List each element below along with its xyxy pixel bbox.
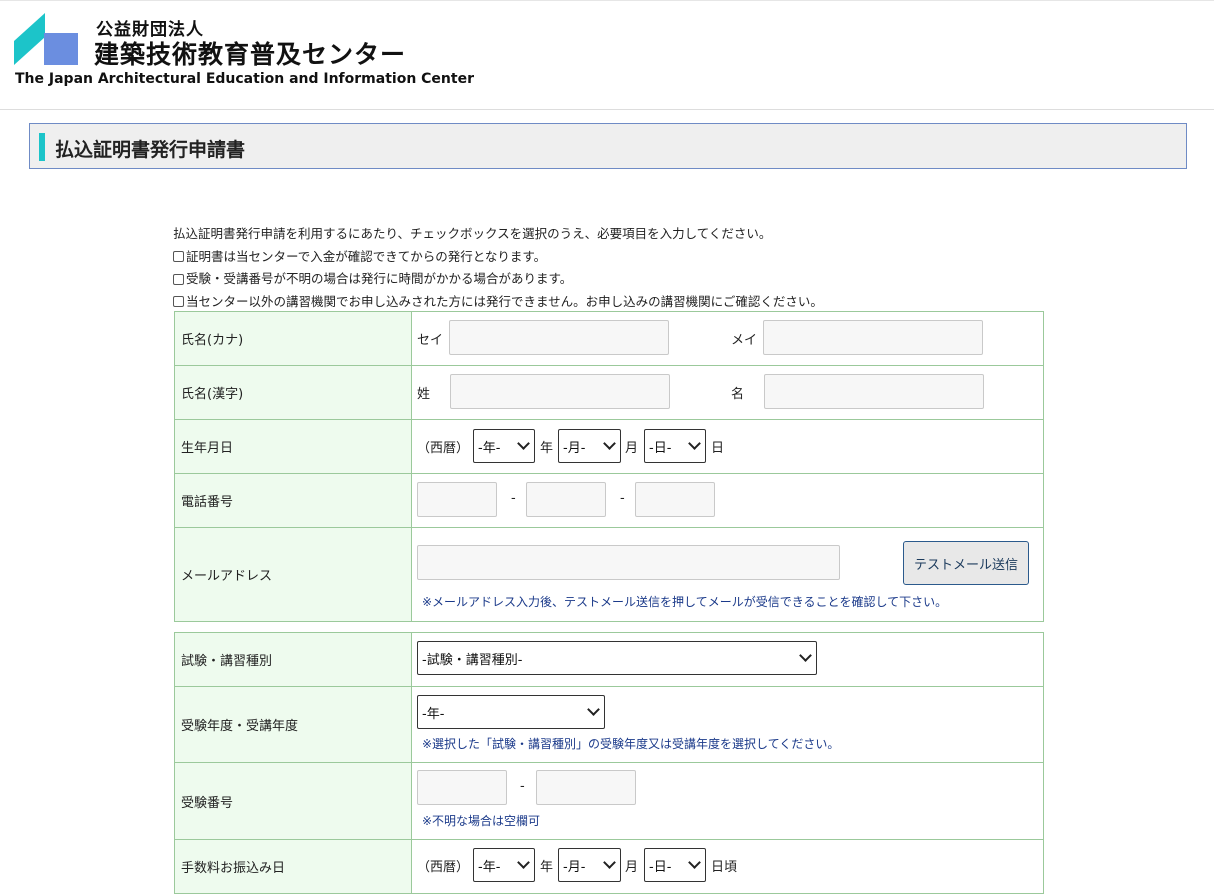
phone-input-3[interactable]	[635, 482, 715, 517]
row-name-kanji: 氏名(漢字) 姓 名	[174, 365, 1044, 420]
birth-day-unit: 日	[711, 441, 725, 456]
site-header: 公益財団法人 建築技術教育普及センター The Japan Architectu…	[0, 0, 1214, 110]
row-exam-type: 試験・講習種別 -試験・講習種別-	[174, 632, 1044, 687]
pay-year-select[interactable]: -年-	[473, 848, 535, 882]
agree-checkbox-1[interactable]	[173, 251, 184, 263]
sei-kanji-input[interactable]	[450, 374, 670, 409]
row-name-kana: 氏名(カナ) セイ メイ	[174, 311, 1044, 366]
row-pay-date: 手数料お振込み日 （西暦） -年- 年 -月- 月 -日- 日頃	[174, 839, 1044, 894]
sei-kana-label: セイ	[417, 333, 444, 348]
exam-year-note: ※選択した「試験・講習種別」の受験年度又は受講年度を選択してください。	[422, 737, 840, 751]
label-name-kanji: 氏名(漢字)	[174, 365, 412, 420]
label-phone: 電話番号	[174, 473, 412, 528]
mei-kanji-input[interactable]	[764, 374, 984, 409]
birth-month-select[interactable]: -月-	[558, 429, 621, 463]
label-exam-type: 試験・講習種別	[174, 632, 412, 687]
mei-kana-label: メイ	[731, 333, 758, 348]
mei-kanji-label: 名	[731, 387, 745, 402]
org-name-en: The Japan Architectural Education and In…	[15, 71, 474, 87]
value-exam-type: -試験・講習種別-	[411, 632, 1044, 687]
exam-number-input-1[interactable]	[417, 770, 507, 805]
value-name-kanji: 姓 名	[411, 365, 1044, 420]
pay-day-unit: 日頃	[711, 860, 738, 875]
label-exam-number: 受験番号	[174, 762, 412, 840]
agree-check-label-1: 証明書は当センターで入金が確認できてからの発行となります。	[186, 248, 547, 264]
mei-kana-input[interactable]	[763, 320, 983, 355]
row-exam-number: 受験番号 - ※不明な場合は空欄可	[174, 762, 1044, 840]
page-title-bar: 払込証明書発行申請書	[29, 123, 1187, 169]
title-accent	[39, 133, 45, 161]
page-title: 払込証明書発行申請書	[55, 139, 246, 161]
birth-year-select[interactable]: -年-	[473, 429, 535, 463]
label-email: メールアドレス	[174, 527, 412, 622]
exam-year-select[interactable]: -年-	[417, 695, 605, 729]
value-exam-number: - ※不明な場合は空欄可	[411, 762, 1044, 840]
value-exam-year: -年- ※選択した「試験・講習種別」の受験年度又は受講年度を選択してください。	[411, 686, 1044, 763]
label-exam-year: 受験年度・受講年度	[174, 686, 412, 763]
org-name: 建築技術教育普及センター	[94, 40, 407, 69]
pay-year-unit: 年	[540, 860, 554, 875]
agree-check-row-1: 証明書は当センターで入金が確認できてからの発行となります。	[173, 246, 823, 269]
personal-info-table: 氏名(カナ) セイ メイ 氏名(漢字) 姓 名 生年月日 （西暦） -年- 年 …	[174, 311, 1044, 622]
sei-kanji-label: 姓	[417, 387, 431, 402]
agree-check-row-3: 当センター以外の講習機関でお申し込みされた方には発行できません。お申し込みの講習…	[173, 291, 823, 314]
agree-check-label-3: 当センター以外の講習機関でお申し込みされた方には発行できません。お申し込みの講習…	[186, 293, 823, 309]
exam-number-note: ※不明な場合は空欄可	[422, 814, 541, 828]
birth-month-unit: 月	[625, 441, 639, 456]
birth-era: （西暦）	[417, 441, 470, 456]
logo-icon[interactable]	[14, 13, 78, 65]
value-name-kana: セイ メイ	[411, 311, 1044, 366]
birth-day-select[interactable]: -日-	[644, 429, 706, 463]
exam-type-select[interactable]: -試験・講習種別-	[417, 641, 817, 675]
phone-sep-2: -	[620, 491, 625, 506]
pay-day-select[interactable]: -日-	[644, 848, 706, 882]
exam-number-sep: -	[520, 779, 525, 794]
label-name-kana: 氏名(カナ)	[174, 311, 412, 366]
row-email: メールアドレス テストメール送信 ※メールアドレス入力後、テストメール送信を押し…	[174, 527, 1044, 622]
exam-number-input-2[interactable]	[536, 770, 636, 805]
agree-check-label-2: 受験・受講番号が不明の場合は発行に時間がかかる場合があります。	[186, 271, 573, 286]
exam-info-table: 試験・講習種別 -試験・講習種別- 受験年度・受講年度 -年- ※選択した「試験…	[174, 632, 1044, 894]
row-birthdate: 生年月日 （西暦） -年- 年 -月- 月 -日- 日	[174, 419, 1044, 474]
value-email: テストメール送信 ※メールアドレス入力後、テストメール送信を押してメールが受信で…	[411, 527, 1044, 622]
phone-input-1[interactable]	[417, 482, 497, 517]
pay-month-select[interactable]: -月-	[558, 848, 621, 882]
intro-lead: 払込証明書発行申請を利用するにあたり、チェックボックスを選択のうえ、必要項目を入…	[173, 226, 772, 241]
agree-check-row-2: 受験・受講番号が不明の場合は発行に時間がかかる場合があります。	[173, 268, 823, 291]
email-input[interactable]	[417, 545, 840, 580]
value-pay-date: （西暦） -年- 年 -月- 月 -日- 日頃	[411, 839, 1044, 894]
sei-kana-input[interactable]	[449, 320, 669, 355]
agree-checkbox-3[interactable]	[173, 296, 184, 308]
row-exam-year: 受験年度・受講年度 -年- ※選択した「試験・講習種別」の受験年度又は受講年度を…	[174, 686, 1044, 763]
test-mail-button[interactable]: テストメール送信	[903, 541, 1029, 585]
intro-section: 払込証明書発行申請を利用するにあたり、チェックボックスを選択のうえ、必要項目を入…	[173, 223, 823, 313]
phone-sep-1: -	[511, 491, 516, 506]
agree-checkbox-2[interactable]	[173, 273, 184, 285]
label-birthdate: 生年月日	[174, 419, 412, 474]
pay-era: （西暦）	[417, 860, 470, 875]
row-phone: 電話番号 - -	[174, 473, 1044, 528]
value-phone: - -	[411, 473, 1044, 528]
email-note: ※メールアドレス入力後、テストメール送信を押してメールが受信できることを確認して…	[422, 595, 948, 609]
label-pay-date: 手数料お振込み日	[174, 839, 412, 894]
birth-year-unit: 年	[540, 441, 554, 456]
phone-input-2[interactable]	[526, 482, 606, 517]
pay-month-unit: 月	[625, 860, 639, 875]
value-birthdate: （西暦） -年- 年 -月- 月 -日- 日	[411, 419, 1044, 474]
